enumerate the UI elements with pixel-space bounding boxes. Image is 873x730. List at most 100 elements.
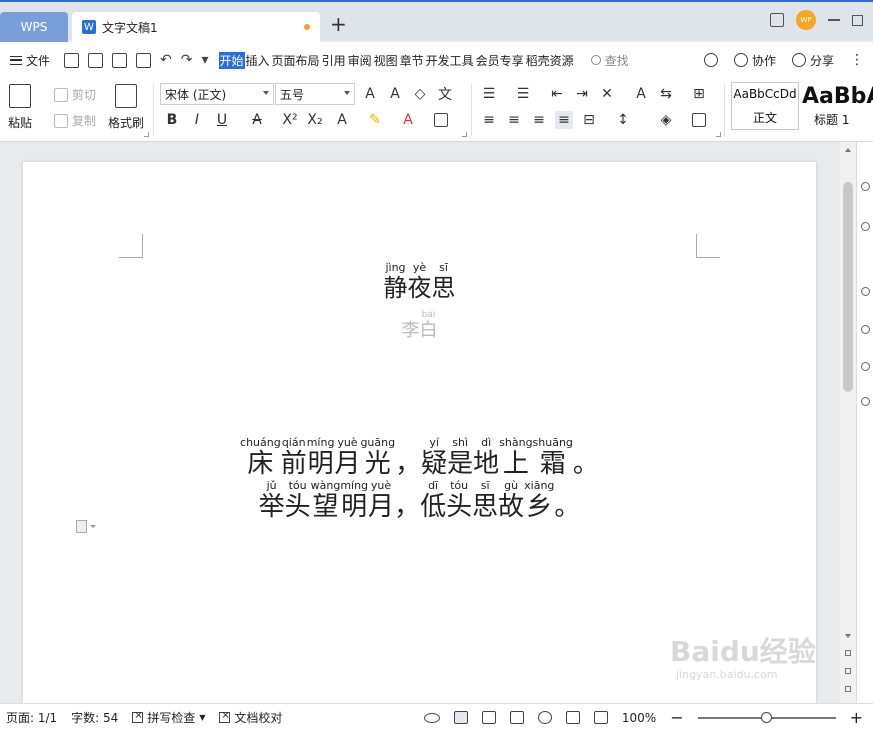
tab-8[interactable]: 会员专享 bbox=[475, 52, 525, 69]
tab-1[interactable]: 插入 bbox=[245, 52, 271, 69]
tab-4[interactable]: 审阅 bbox=[347, 52, 373, 69]
outline-view-icon[interactable] bbox=[481, 711, 496, 724]
align-left-icon[interactable]: ≡ bbox=[480, 111, 498, 129]
pinyin-guide-icon[interactable]: 文 bbox=[436, 85, 454, 103]
print-icon[interactable] bbox=[112, 52, 128, 68]
scroll-down-icon[interactable] bbox=[845, 634, 851, 638]
more-options-icon[interactable]: ⋮ bbox=[850, 52, 864, 68]
tab-9[interactable]: 稻壳资源 bbox=[525, 52, 575, 69]
zoom-slider-handle[interactable] bbox=[760, 711, 772, 723]
page-count[interactable]: 页面: 1/1 bbox=[6, 709, 57, 726]
export-pdf-icon[interactable] bbox=[88, 52, 104, 68]
shrink-font-icon[interactable]: A bbox=[386, 85, 404, 103]
zoom-level[interactable]: 100% bbox=[622, 711, 656, 725]
maximize-icon[interactable] bbox=[852, 14, 863, 26]
underline-icon[interactable]: U bbox=[213, 111, 231, 129]
write-mode-icon[interactable] bbox=[565, 711, 580, 724]
increase-indent-icon[interactable]: ⇥ bbox=[573, 85, 591, 103]
strikethrough-icon[interactable]: A bbox=[248, 111, 266, 129]
minimize-icon[interactable] bbox=[828, 19, 840, 21]
font-size-select[interactable]: 五号 bbox=[275, 83, 355, 105]
paragraph-options-button[interactable] bbox=[76, 520, 96, 533]
sidebar-toggle-icon[interactable] bbox=[770, 13, 784, 27]
italic-icon[interactable]: I bbox=[188, 111, 206, 129]
zoom-in-button[interactable]: + bbox=[850, 709, 863, 726]
panel-select-icon[interactable] bbox=[861, 222, 870, 231]
panel-shape-icon[interactable] bbox=[861, 287, 870, 296]
search-button[interactable]: 查找 bbox=[590, 52, 629, 69]
line-break-icon[interactable]: ⇆ bbox=[657, 85, 675, 103]
zoom-slider[interactable] bbox=[697, 711, 836, 723]
share-button[interactable]: 分享 bbox=[791, 52, 834, 69]
vertical-scrollbar[interactable] bbox=[840, 142, 856, 703]
borders-icon[interactable] bbox=[692, 113, 706, 127]
grow-font-icon[interactable]: A bbox=[361, 85, 379, 103]
tab-7[interactable]: 开发工具 bbox=[425, 52, 475, 69]
new-tab-button[interactable]: + bbox=[330, 14, 347, 34]
customize-toolbar-icon[interactable]: ▾ bbox=[201, 52, 208, 68]
cloud-sync-icon[interactable] bbox=[703, 53, 718, 67]
proofread-button[interactable]: 文档校对 bbox=[219, 709, 282, 726]
user-avatar[interactable]: WP bbox=[796, 10, 816, 30]
reading-view-icon[interactable] bbox=[509, 711, 524, 724]
tab-5[interactable]: 视图 bbox=[373, 52, 399, 69]
align-center-icon[interactable]: ≡ bbox=[505, 111, 523, 129]
decrease-indent-icon[interactable]: ⇤ bbox=[548, 85, 566, 103]
bold-icon[interactable]: B bbox=[163, 111, 181, 129]
align-right-icon[interactable]: ≡ bbox=[530, 111, 548, 129]
scroll-thumb[interactable] bbox=[843, 182, 853, 392]
scroll-up-icon[interactable] bbox=[845, 148, 851, 152]
next-page-icon[interactable] bbox=[845, 686, 851, 692]
word-count[interactable]: 字数: 54 bbox=[71, 709, 118, 726]
distributed-align-icon[interactable]: ⊟ bbox=[580, 111, 598, 129]
document-page[interactable]: 静jìng夜yè思sī 李白bái 床chuáng前qián明míng月yuè光… bbox=[23, 162, 816, 703]
line-spacing-icon[interactable]: ↕ bbox=[614, 111, 632, 129]
undo-icon[interactable]: ↶ bbox=[160, 52, 172, 68]
char-border-icon[interactable] bbox=[434, 113, 448, 127]
print-preview-icon[interactable] bbox=[136, 52, 152, 68]
font-color-icon[interactable]: A bbox=[399, 111, 417, 129]
copy-button[interactable]: 复制 bbox=[54, 112, 96, 129]
bullet-list-icon[interactable]: ☰ bbox=[480, 85, 498, 103]
paragraph-dialog-launcher[interactable] bbox=[716, 132, 721, 137]
clear-format-icon[interactable]: ◇ bbox=[411, 85, 429, 103]
redo-icon[interactable]: ↷ bbox=[181, 52, 193, 68]
superscript-icon[interactable]: X² bbox=[281, 111, 299, 129]
wps-home-tab[interactable]: WPS bbox=[0, 12, 68, 42]
panel-backup-icon[interactable] bbox=[861, 362, 870, 371]
panel-style-icon[interactable] bbox=[861, 182, 870, 191]
panel-property-icon[interactable] bbox=[861, 325, 870, 334]
justify-icon[interactable]: ≡ bbox=[555, 111, 573, 129]
tab-2[interactable]: 页面布局 bbox=[271, 52, 321, 69]
tab-0[interactable]: 开始 bbox=[218, 51, 245, 69]
numbered-list-icon[interactable]: ☰ bbox=[514, 85, 532, 103]
subscript-icon[interactable]: X₂ bbox=[306, 111, 324, 129]
fit-page-icon[interactable] bbox=[593, 711, 608, 724]
shading-icon[interactable]: ◈ bbox=[657, 111, 675, 129]
text-effect-icon[interactable]: A bbox=[333, 111, 351, 129]
style-heading-1[interactable]: AaBbA 标题 1 bbox=[800, 82, 873, 130]
eye-protection-icon[interactable] bbox=[423, 712, 440, 723]
document-tab[interactable]: W 文字文稿1 bbox=[72, 12, 320, 42]
panel-help-icon[interactable] bbox=[861, 397, 870, 406]
clipboard-dialog-launcher[interactable] bbox=[144, 132, 149, 137]
page-view-icon[interactable] bbox=[453, 711, 468, 724]
chinese-layout-icon[interactable]: ✕ bbox=[598, 85, 616, 103]
tab-6[interactable]: 章节 bbox=[399, 52, 425, 69]
spellcheck-button[interactable]: 拼写检查 ▾ bbox=[132, 709, 205, 726]
paste-button[interactable]: 粘贴 bbox=[8, 84, 32, 131]
show-marks-icon[interactable]: ⊞ bbox=[690, 85, 708, 103]
zoom-out-button[interactable]: − bbox=[670, 709, 683, 726]
font-name-select[interactable]: 宋体 (正文) bbox=[160, 83, 274, 105]
save-icon[interactable] bbox=[64, 52, 80, 68]
select-browse-icon[interactable] bbox=[845, 668, 851, 674]
style-normal[interactable]: AaBbCcDd 正文 bbox=[731, 82, 799, 130]
format-painter-button[interactable]: 格式刷 bbox=[108, 84, 144, 131]
cut-button[interactable]: 剪切 bbox=[54, 86, 96, 103]
highlight-icon[interactable]: ✎ bbox=[366, 111, 384, 129]
text-direction-icon[interactable]: A bbox=[632, 85, 650, 103]
collaborate-button[interactable]: 协作 bbox=[733, 52, 776, 69]
font-dialog-launcher[interactable] bbox=[462, 132, 467, 137]
prev-page-icon[interactable] bbox=[845, 650, 851, 656]
tab-3[interactable]: 引用 bbox=[321, 52, 347, 69]
